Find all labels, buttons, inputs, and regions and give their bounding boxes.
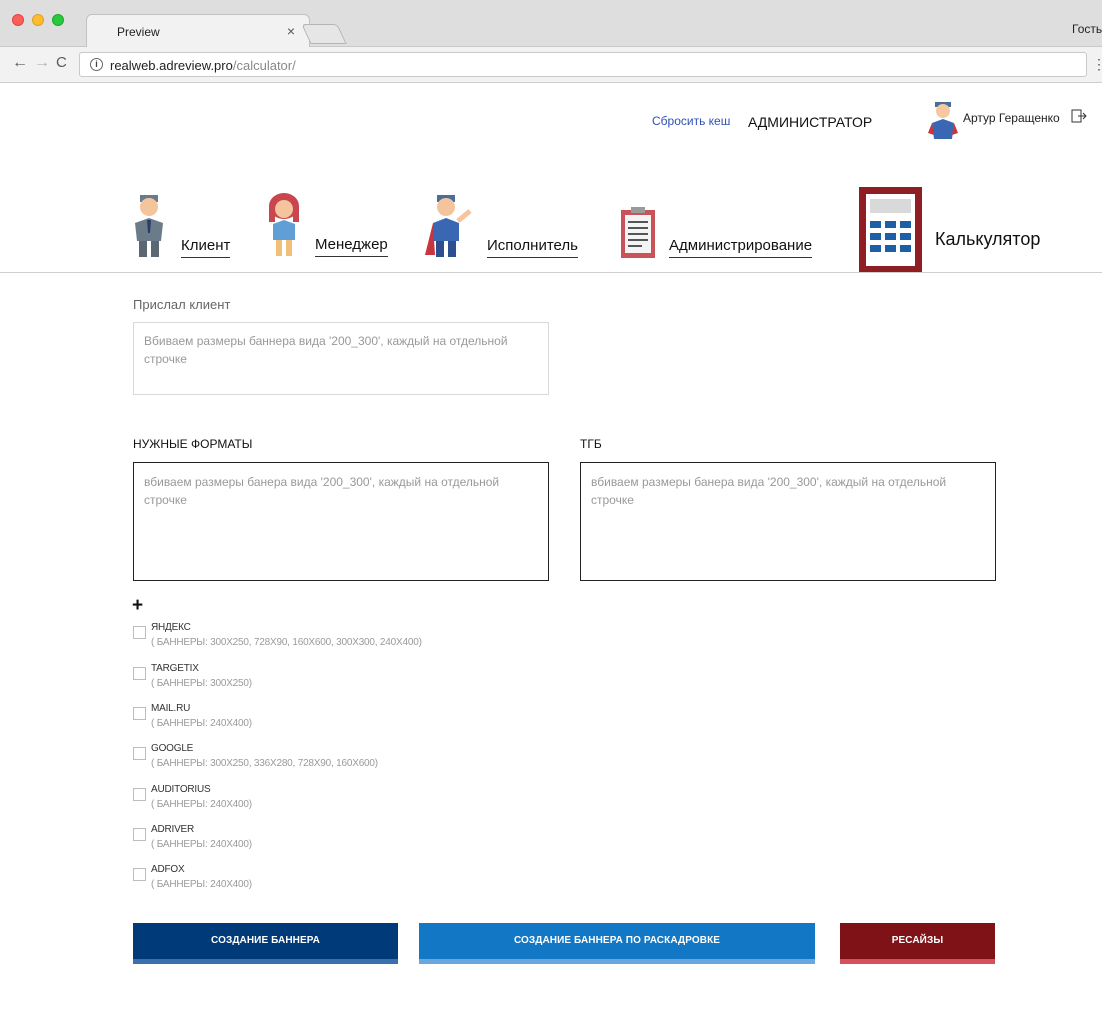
nav-client-label: Клиент (181, 237, 231, 258)
create-banner-button[interactable]: СОЗДАНИЕ БАННЕРА (133, 923, 398, 964)
reload-icon[interactable]: C (56, 54, 67, 71)
platform-name: AUDITORIUS (151, 784, 211, 795)
nav-divider (0, 272, 1102, 273)
nav-manager-label: Менеджер (315, 236, 388, 257)
platform-checkbox[interactable] (133, 868, 146, 881)
tgb-input[interactable] (580, 462, 996, 581)
platform-checkbox[interactable] (133, 626, 146, 639)
back-arrow-icon[interactable]: ← (12, 54, 28, 72)
close-window-button[interactable] (12, 14, 24, 26)
nav-admin-label: Администрирование (669, 237, 813, 258)
browser-tab-strip: Preview × Гость (0, 0, 1102, 48)
clipboard-icon (621, 207, 655, 258)
platform-sizes: ( БАННЕРЫ: 240X400) (151, 879, 252, 890)
platform-name: ADRIVER (151, 824, 195, 835)
user-role: АДМИНИСТРАТОР (748, 114, 873, 130)
platform-checkbox[interactable] (133, 667, 146, 680)
site-info-icon[interactable]: i (90, 58, 103, 71)
formats-label: НУЖНЫЕ ФОРМАТЫ (133, 437, 253, 451)
platform-sizes: ( БАННЕРЫ: 240X400) (151, 799, 252, 810)
platform-sizes: ( БАННЕРЫ: 300X250) (151, 678, 252, 689)
platform-name: MAIL.RU (151, 703, 191, 714)
manager-avatar-icon (269, 193, 299, 256)
platform-checkbox[interactable] (133, 788, 146, 801)
address-bar[interactable]: i realweb.adreview.pro/calculator/ (79, 52, 1087, 77)
calculator-icon (859, 187, 922, 273)
platform-name: ADFOX (151, 864, 185, 875)
resizes-label: РЕСАЙЗЫ (891, 935, 944, 946)
client-avatar-icon (135, 195, 163, 257)
nav-executor-label: Исполнитель (487, 237, 578, 258)
maximize-window-button[interactable] (52, 14, 64, 26)
button-accent-stripe (419, 959, 815, 964)
client-sent-label: Прислал клиент (133, 297, 231, 312)
guest-profile-label[interactable]: Гость (1072, 22, 1102, 36)
tab-title: Preview (117, 25, 160, 39)
browser-tab[interactable]: Preview × (86, 14, 310, 48)
button-accent-stripe (840, 959, 995, 964)
create-storyboard-label: СОЗДАНИЕ БАННЕРА ПО РАСКАДРОВКЕ (513, 935, 721, 946)
platform-checkbox[interactable] (133, 747, 146, 760)
platform-checkbox[interactable] (133, 828, 146, 841)
add-format-button[interactable]: + (132, 596, 143, 616)
browser-menu-icon[interactable]: ⋮ (1092, 56, 1102, 73)
user-avatar[interactable] (928, 101, 958, 144)
client-sizes-input[interactable] (133, 322, 549, 395)
platform-name: GOOGLE (151, 743, 194, 754)
platform-sizes: ( БАННЕРЫ: 240X400) (151, 718, 252, 729)
create-storyboard-banner-button[interactable]: СОЗДАНИЕ БАННЕРА ПО РАСКАДРОВКЕ (419, 923, 815, 964)
create-banner-label: СОЗДАНИЕ БАННЕРА (211, 935, 320, 946)
button-accent-stripe (133, 959, 398, 964)
forward-arrow-icon[interactable]: → (34, 54, 50, 72)
platform-checkbox[interactable] (133, 707, 146, 720)
platform-sizes: ( БАННЕРЫ: 300X250, 728X90, 160X600, 300… (151, 637, 422, 648)
resizes-button[interactable]: РЕСАЙЗЫ (840, 923, 995, 964)
formats-input[interactable] (133, 462, 549, 581)
url-text[interactable]: realweb.adreview.pro/calculator/ (110, 58, 296, 73)
platform-name: TARGETIX (151, 663, 199, 674)
url-path: /calculator/ (232, 58, 296, 73)
nav-calculator-label: Калькулятор (935, 229, 1041, 249)
logout-icon[interactable] (1071, 109, 1087, 128)
tgb-label: ТГБ (580, 437, 602, 451)
minimize-window-button[interactable] (32, 14, 44, 26)
browser-toolbar: ← → C i realweb.adreview.pro/calculator/… (0, 47, 1102, 83)
platform-sizes: ( БАННЕРЫ: 240X400) (151, 839, 252, 850)
user-name[interactable]: Артур Геращенко (963, 111, 1060, 125)
tab-close-icon[interactable]: × (287, 23, 295, 39)
platform-name: ЯНДЕКС (151, 622, 191, 633)
platform-sizes: ( БАННЕРЫ: 300X250, 336X280, 728X90, 160… (151, 758, 378, 769)
reset-cache-link[interactable]: Сбросить кеш (652, 114, 730, 128)
executor-avatar-icon (425, 195, 472, 257)
url-host: realweb.adreview.pro (110, 58, 233, 73)
